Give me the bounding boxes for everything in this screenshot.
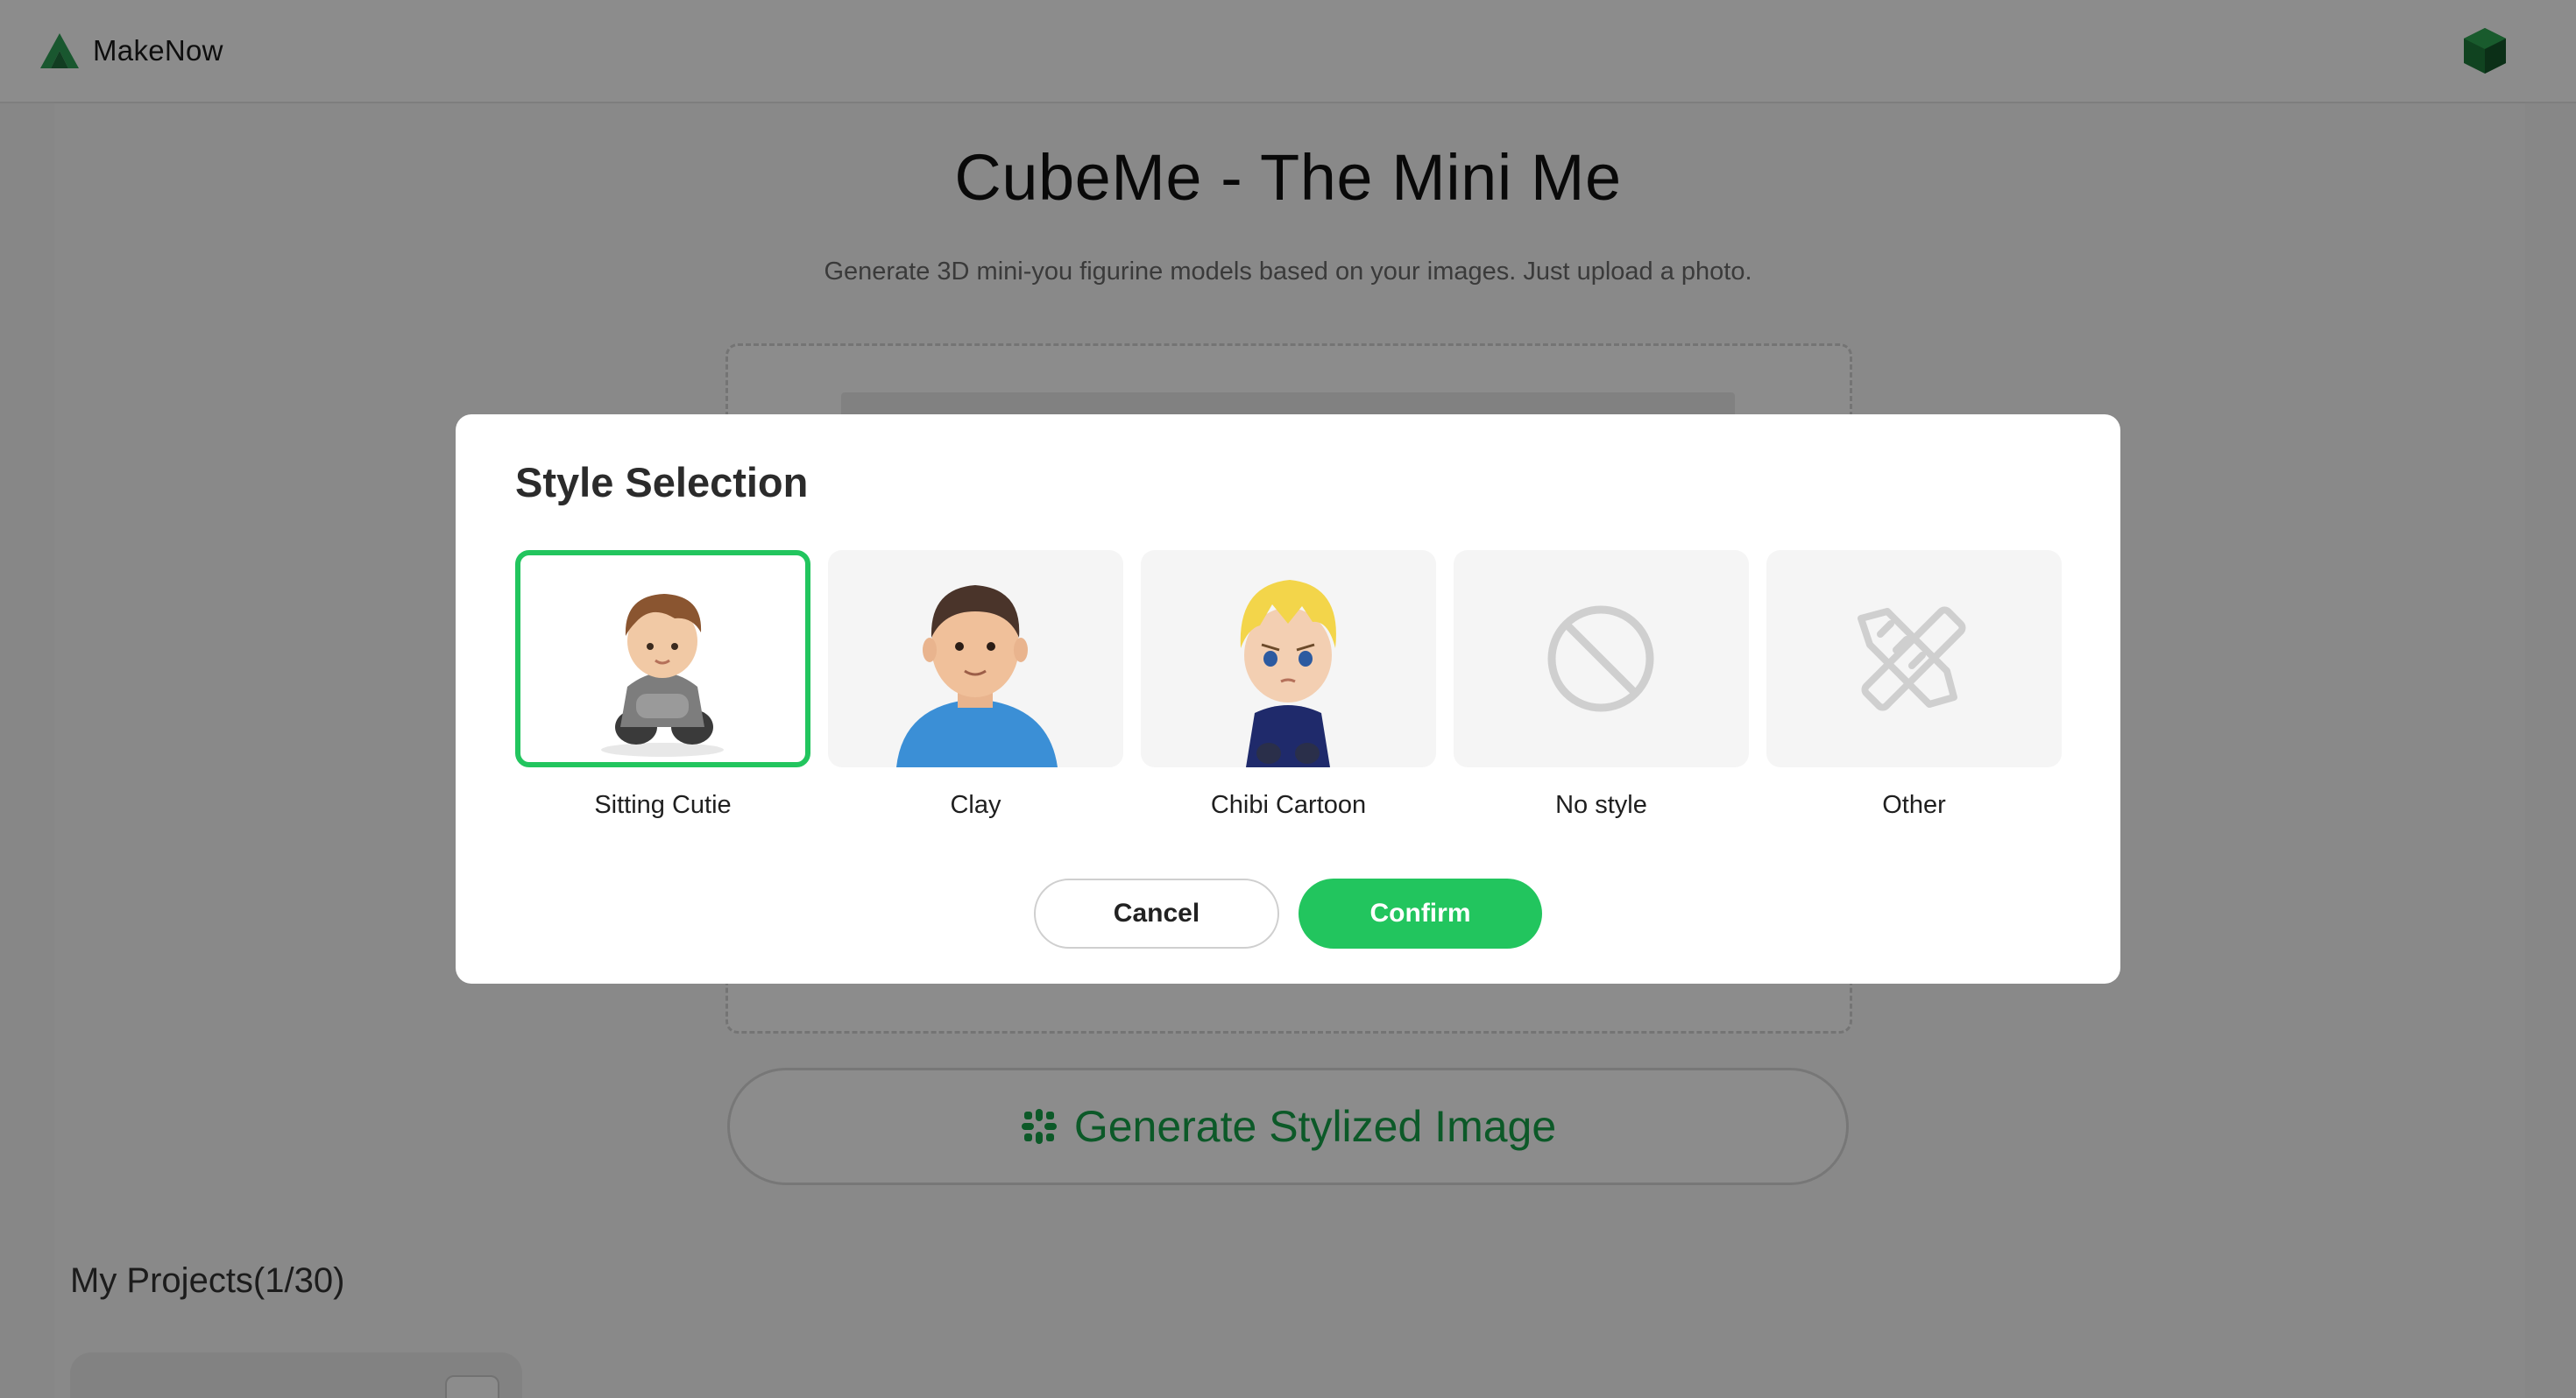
style-label-chibi-cartoon: Chibi Cartoon: [1210, 791, 1367, 819]
sitting-boy-figurine-thumbnail: [601, 594, 724, 757]
style-option-clay[interactable]: [828, 550, 1123, 767]
style-label-no-style: No style: [1555, 791, 1647, 819]
style-label-clay: Clay: [950, 791, 1001, 819]
style-selection-modal: Style Selection Sitting Cutie Clay Chibi…: [456, 414, 2120, 984]
style-option-chibi-cartoon[interactable]: [1141, 550, 1436, 767]
prohibited-icon: [1547, 605, 1654, 712]
style-option-other[interactable]: [1766, 550, 2062, 767]
style-option-no-style[interactable]: [1454, 550, 1749, 767]
confirm-button[interactable]: Confirm: [1299, 879, 1542, 949]
clay-man-figurine-thumbnail: [896, 585, 1058, 767]
style-option-sitting-cutie[interactable]: [515, 550, 810, 767]
style-label-sitting-cutie: Sitting Cutie: [594, 791, 732, 819]
pencil-ruler-icon: [1858, 606, 1966, 711]
style-label-other: Other: [1882, 791, 1946, 819]
cancel-button[interactable]: Cancel: [1034, 879, 1279, 949]
chibi-blonde-figurine-thumbnail: [1240, 580, 1336, 767]
modal-title: Style Selection: [515, 459, 809, 505]
